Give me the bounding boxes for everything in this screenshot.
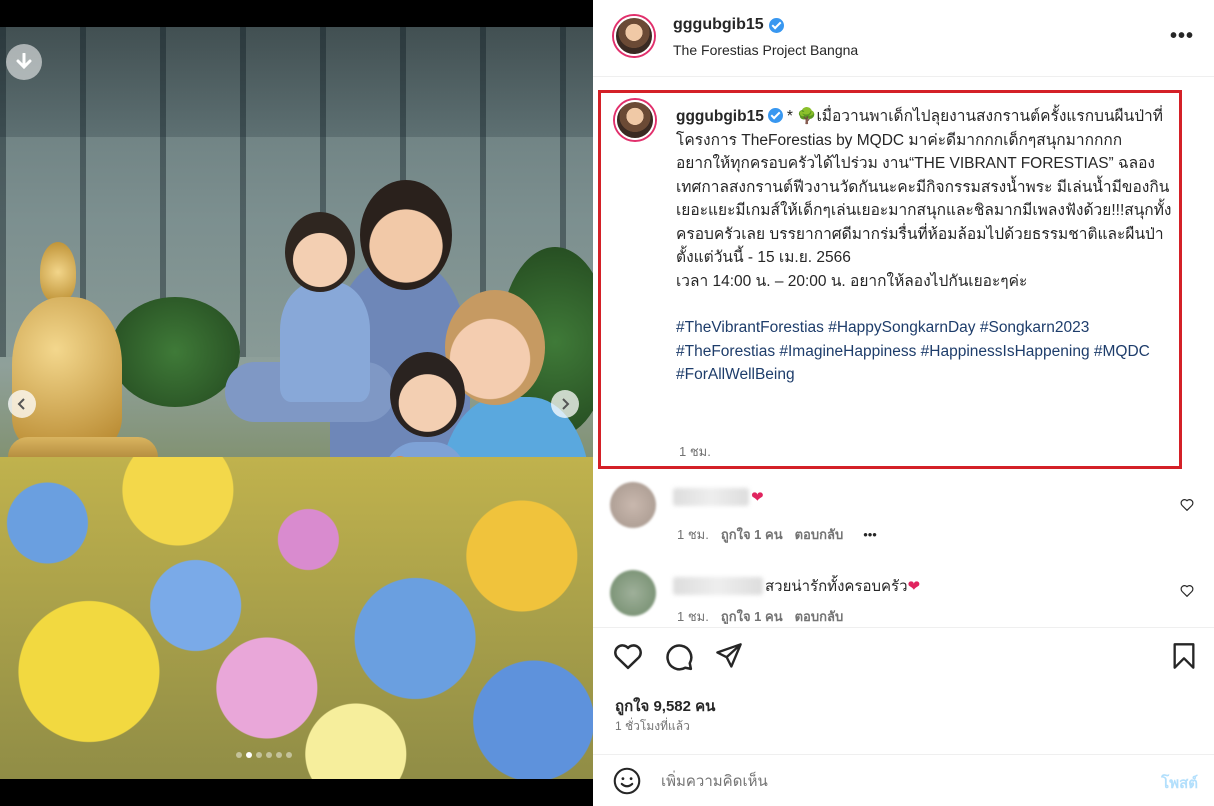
comment-meta: 1 ชม. ถูกใจ 1 คน ตอบกลับ	[677, 608, 843, 624]
comment-composer: โพสต์	[593, 754, 1214, 806]
emoji-button[interactable]	[613, 767, 641, 800]
carousel-prev-button[interactable]	[8, 390, 36, 418]
carousel-dot	[236, 752, 242, 758]
comment-input[interactable]	[661, 769, 1121, 793]
person-child-head	[390, 352, 465, 437]
verified-badge-icon	[767, 108, 783, 123]
commenter-username[interactable]: สวยน่ารักทั้งครอบครัว ❤	[673, 574, 920, 598]
flower-arrangement	[0, 457, 593, 779]
smiley-icon	[613, 767, 641, 795]
caption-username[interactable]: gggubgib15	[676, 108, 764, 125]
caption-hashtags[interactable]: #TheVibrantForestias #HappySongkarnDay #…	[676, 316, 1176, 387]
carousel-dots	[236, 752, 292, 758]
carousel-dot	[246, 752, 252, 758]
share-button[interactable]	[715, 642, 743, 675]
caption-text: gggubgib15 * 🌳เมื่อวานพาเด็กไปลุยงานสงกรา…	[676, 105, 1176, 387]
buddha-body	[12, 297, 122, 447]
paper-plane-icon	[716, 643, 742, 668]
comment-like-count[interactable]: ถูกใจ 1 คน	[721, 524, 783, 545]
more-options-button[interactable]: •••	[1170, 26, 1194, 46]
post-location[interactable]: The Forestias Project Bangna	[673, 42, 858, 58]
more-horizontal-icon: •••	[1169, 25, 1194, 47]
post-details-panel: gggubgib15 The Forestias Project Bangna …	[593, 0, 1214, 806]
buddha-statue	[8, 242, 158, 482]
caption-line-2: อยากให้ทุกครอบครัวได้ไปร่วม งาน“THE VIBR…	[676, 155, 1172, 243]
comment-reply-button[interactable]: ตอบกลับ	[795, 524, 844, 545]
blurred-username	[673, 577, 763, 595]
heart-outline-icon	[614, 644, 642, 670]
blurred-username	[673, 488, 749, 506]
chevron-left-icon	[17, 398, 25, 410]
caption-highlight-box: gggubgib15 * 🌳เมื่อวานพาเด็กไปลุยงานสงกรา…	[598, 90, 1182, 469]
save-button[interactable]	[1171, 642, 1197, 675]
like-button[interactable]	[613, 642, 643, 675]
post-photo[interactable]	[0, 27, 593, 779]
like-count[interactable]: ถูกใจ 9,582 คน	[615, 694, 715, 718]
heart-outline-icon	[1180, 499, 1194, 512]
heart-emoji-icon: ❤	[907, 578, 921, 595]
verified-badge-icon	[768, 17, 784, 33]
comment-reply-button[interactable]: ตอบกลับ	[795, 608, 844, 624]
commenter-username[interactable]: ❤	[673, 488, 764, 506]
person-girl	[280, 282, 370, 402]
post-comment-button[interactable]: โพสต์	[1161, 771, 1198, 795]
comment-item: ❤ 1 ชม. ถูกใจ 1 คน ตอบกลับ •••	[593, 478, 1214, 558]
comment-time: 1 ชม.	[677, 527, 709, 542]
caption-line-4: เวลา 14:00 น. – 20:00 น. อยากให้ลองไปกัน…	[676, 272, 1028, 290]
author-username-text[interactable]: gggubgib15	[673, 16, 764, 34]
post-timestamp: 1 ชั่วโมงที่แล้ว	[615, 719, 690, 733]
comment-text: สวยน่ารักทั้งครอบครัว	[765, 578, 908, 595]
carousel-next-button[interactable]	[551, 390, 579, 418]
author-avatar[interactable]	[614, 16, 654, 56]
bookmark-icon	[1173, 643, 1195, 669]
carousel-dot	[256, 752, 262, 758]
buddha-head	[40, 242, 76, 302]
arrow-down-icon	[16, 53, 32, 70]
commenter-avatar[interactable]	[610, 482, 656, 528]
caption-spacer	[676, 293, 1176, 316]
caption-line-3: ตั้งแต่วันนี้ - 15 เม.ย. 2566	[676, 249, 851, 266]
comment-time: 1 ชม.	[677, 608, 709, 624]
post-header: gggubgib15 The Forestias Project Bangna …	[593, 0, 1214, 77]
commenter-avatar[interactable]	[610, 570, 656, 616]
download-button[interactable]	[6, 44, 42, 80]
media-panel	[0, 0, 593, 806]
carousel-dot	[266, 752, 272, 758]
instagram-post-view: gggubgib15 The Forestias Project Bangna …	[0, 0, 1214, 806]
caption-timestamp: 1 ชม.	[679, 444, 711, 459]
person-girl-head	[285, 212, 355, 292]
comment-bubble-icon	[666, 644, 693, 671]
chevron-right-icon	[562, 398, 570, 410]
carousel-dot	[276, 752, 282, 758]
comment-like-button[interactable]	[1180, 584, 1194, 600]
carousel-dot	[286, 752, 292, 758]
comment-more-icon[interactable]: •••	[863, 527, 877, 542]
comment-button[interactable]	[664, 642, 694, 677]
author-username[interactable]: gggubgib15	[673, 16, 784, 34]
comment-meta: 1 ชม. ถูกใจ 1 คน ตอบกลับ •••	[677, 524, 877, 545]
comment-like-count[interactable]: ถูกใจ 1 คน	[721, 608, 783, 624]
comment-like-button[interactable]	[1180, 498, 1194, 514]
caption-author-avatar[interactable]	[615, 100, 655, 140]
heart-outline-icon	[1180, 585, 1194, 598]
heart-emoji-icon: ❤	[751, 489, 764, 506]
person-father-head	[360, 180, 452, 290]
